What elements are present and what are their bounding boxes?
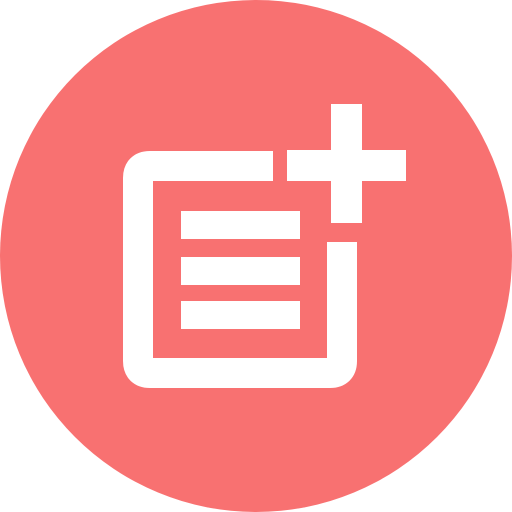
add-note-app-icon[interactable]: [0, 0, 512, 512]
note-line-icon: [181, 211, 300, 239]
note-line-icon: [181, 257, 300, 285]
note-line-icon: [181, 301, 300, 329]
add-note-icon[interactable]: [0, 0, 512, 512]
icon-background-circle: [0, 0, 512, 512]
plus-icon: [287, 150, 406, 181]
